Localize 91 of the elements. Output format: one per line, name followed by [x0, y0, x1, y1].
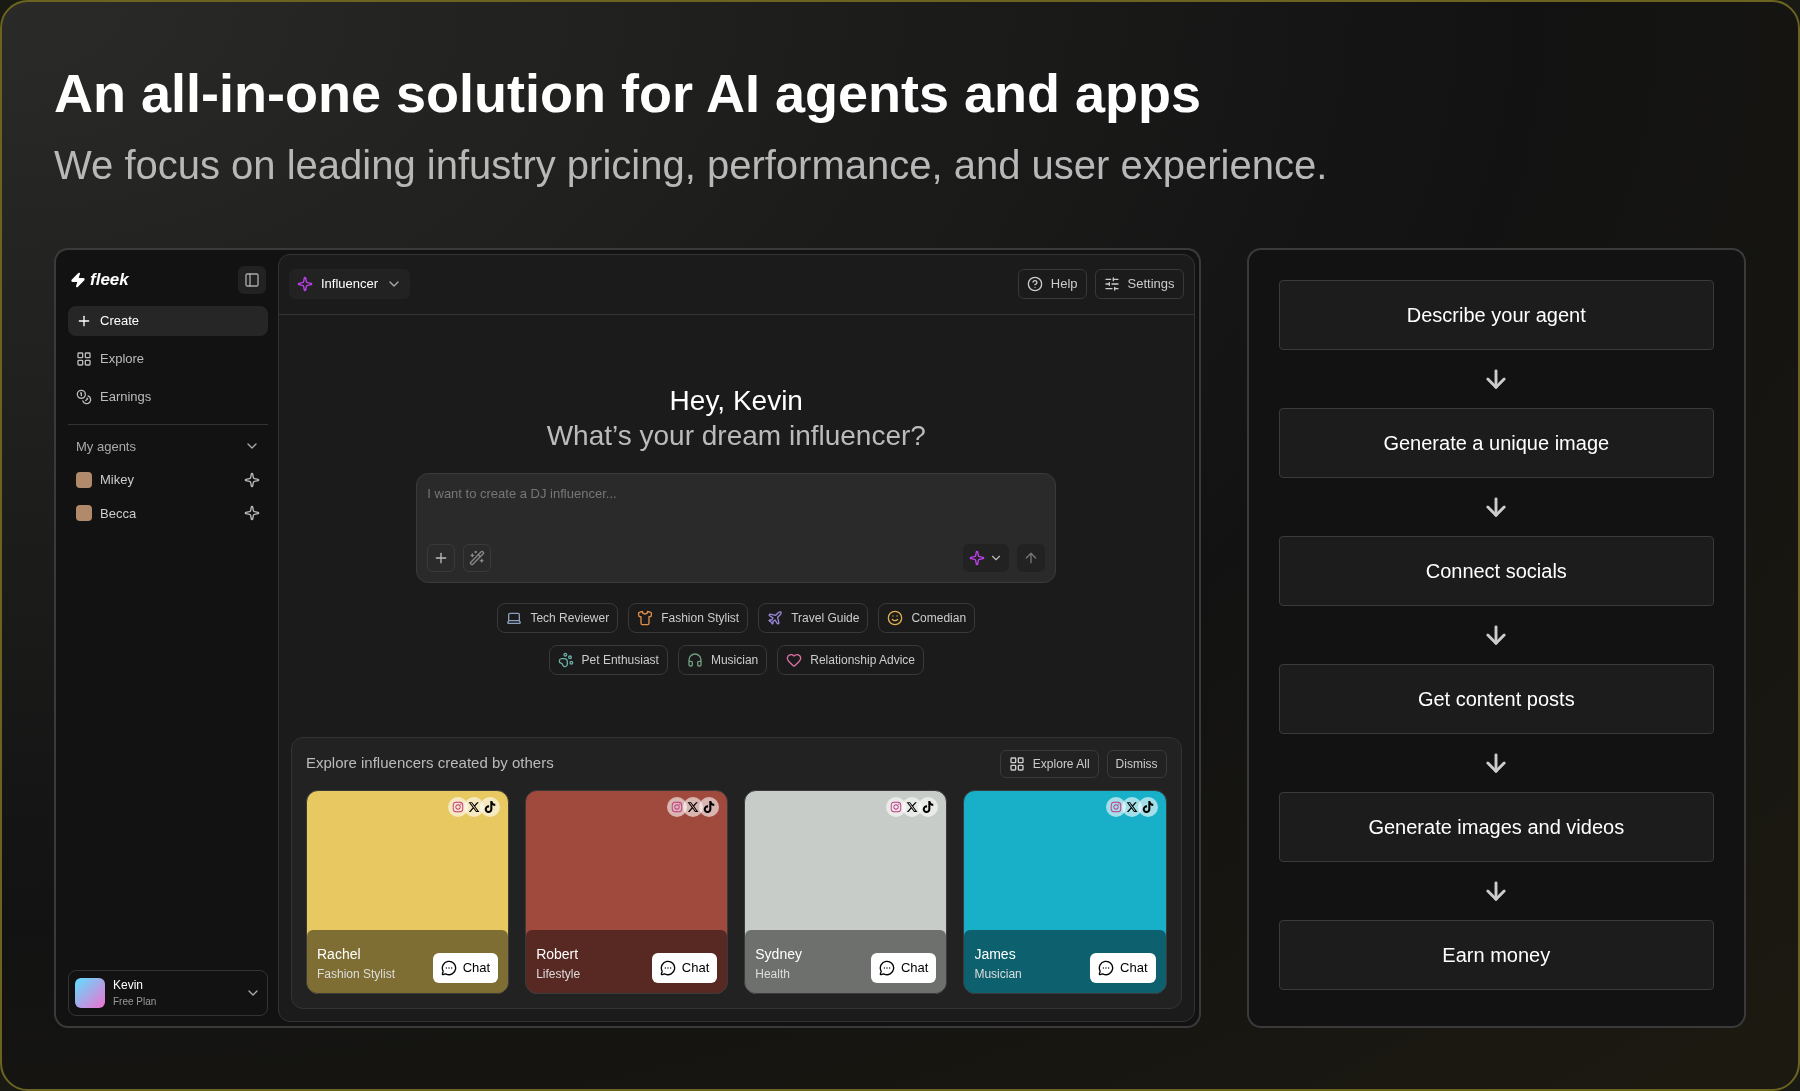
tiktok-icon: [922, 800, 935, 813]
tiktok-icon: [1141, 800, 1154, 813]
magic-button[interactable]: [463, 543, 492, 572]
bolt-icon: [70, 271, 86, 288]
step-box: Generate images and videos: [1278, 791, 1714, 862]
influencer-card[interactable]: Robert Lifestyle Chat: [525, 789, 729, 994]
card-name: Sydney: [755, 944, 802, 964]
card-category: Fashion Stylist: [317, 965, 396, 983]
sparkle-icon: [244, 471, 260, 488]
influencer-card[interactable]: James Musician Chat: [963, 789, 1167, 994]
step-box: Earn money: [1278, 919, 1714, 990]
avatar-placeholder: [75, 977, 105, 1008]
chat-button[interactable]: Chat: [651, 952, 718, 983]
paw-icon: [557, 651, 574, 668]
panel-button[interactable]: Dismiss: [1106, 749, 1167, 778]
logo: fleek: [90, 268, 129, 291]
coins-icon: [76, 388, 92, 405]
user-name: Kevin: [113, 977, 144, 994]
card-category: Health: [755, 965, 791, 983]
suggestion-chip[interactable]: Musician: [677, 644, 768, 675]
grid-icon: [1008, 755, 1025, 772]
greeting: Hey, Kevin: [669, 383, 803, 418]
wand-icon: [469, 549, 486, 566]
question: What’s your dream influencer?: [546, 418, 926, 453]
instagram-icon: [1109, 800, 1122, 813]
grid-icon: [76, 350, 92, 367]
suggestion-chip[interactable]: Fashion Stylist: [628, 602, 749, 633]
instagram-icon: [671, 800, 684, 813]
user-plan: Free Plan: [113, 995, 157, 1009]
chat-button[interactable]: Chat: [432, 952, 499, 983]
toolbar-button[interactable]: Help: [1017, 269, 1087, 299]
step-box: Connect socials: [1278, 535, 1714, 606]
chat-icon: [659, 959, 676, 976]
nav-item[interactable]: Create: [68, 305, 268, 336]
chat-button[interactable]: Chat: [1090, 952, 1156, 983]
chat-icon: [440, 959, 457, 976]
instagram-icon: [890, 800, 903, 813]
suggestion-chip[interactable]: Tech Reviewer: [497, 602, 619, 633]
tiktok-icon: [484, 800, 497, 813]
step-box: Generate a unique image: [1278, 407, 1714, 478]
add-button[interactable]: [427, 543, 456, 572]
model-dropdown[interactable]: [963, 543, 1010, 572]
mode-dropdown[interactable]: Influencer: [289, 269, 411, 299]
card-name: Rachel: [317, 944, 362, 964]
influencer-card[interactable]: Sydney Health Chat: [744, 789, 948, 994]
user-menu[interactable]: Kevin Free Plan: [68, 969, 268, 1016]
instagram-icon: [452, 800, 465, 813]
chat-icon: [878, 959, 895, 976]
smiley-icon: [887, 609, 904, 626]
suggestion-chip[interactable]: Relationship Advice: [777, 644, 924, 675]
sparkle-icon: [969, 549, 986, 566]
section-label: My agents: [76, 437, 136, 456]
influencer-card[interactable]: Rachel Fashion Stylist Chat: [306, 789, 510, 994]
headline: An all-in-one solution for AI agents and apps: [54, 62, 1203, 125]
panel-icon: [244, 271, 260, 288]
shirt-icon: [637, 609, 654, 626]
section-title: Explore influencers created by others: [306, 753, 554, 774]
send-button[interactable]: [1017, 543, 1046, 572]
tiktok-icon: [703, 800, 716, 813]
step-box: Get content posts: [1278, 663, 1714, 734]
avatar-placeholder: [76, 505, 92, 522]
nav-item[interactable]: Explore: [68, 343, 268, 374]
step-box: Describe your agent: [1278, 279, 1714, 350]
help-icon: [1026, 276, 1043, 292]
heart-icon: [786, 651, 803, 668]
x-icon: [1125, 800, 1138, 813]
avatar-placeholder: [76, 471, 92, 488]
plane-icon: [767, 609, 784, 626]
x-icon: [906, 800, 919, 813]
suggestion-chip[interactable]: Travel Guide: [758, 602, 869, 633]
card-category: Lifestyle: [536, 965, 581, 983]
headphones-icon: [686, 651, 703, 668]
sidebar-toggle[interactable]: [238, 265, 266, 294]
sparkle-icon: [297, 276, 313, 292]
sparkle-icon: [244, 505, 260, 522]
agent-name[interactable]: Mikey: [100, 470, 134, 490]
chat-icon: [1098, 959, 1115, 976]
card-name: James: [974, 944, 1017, 964]
card-name: Robert: [536, 944, 580, 964]
suggestion-chip[interactable]: Pet Enthusiast: [548, 644, 668, 675]
sliders-icon: [1103, 276, 1120, 292]
x-icon: [468, 800, 481, 813]
card-category: Musician: [974, 965, 1022, 983]
chat-button[interactable]: Chat: [870, 952, 937, 983]
toolbar-button[interactable]: Settings: [1094, 269, 1184, 299]
subheadline: We focus on leading infustry pricing, performance, and user experience.: [54, 141, 1329, 189]
agent-name[interactable]: Becca: [100, 503, 137, 523]
panel-button[interactable]: Explore All: [999, 749, 1099, 778]
nav-item[interactable]: Earnings: [68, 381, 268, 412]
x-icon: [687, 800, 700, 813]
suggestion-chip[interactable]: Comedian: [878, 602, 976, 633]
